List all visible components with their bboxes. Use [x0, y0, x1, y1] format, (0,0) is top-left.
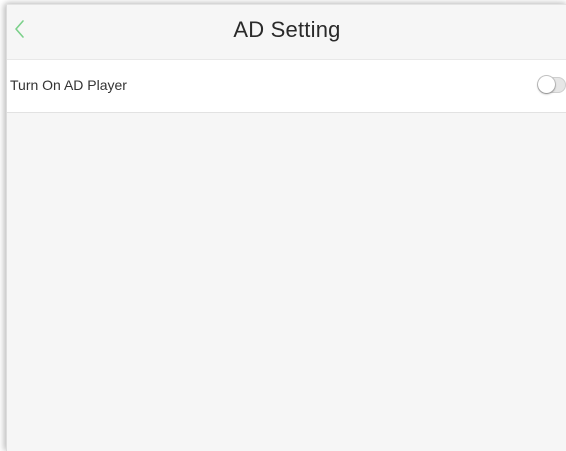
ad-player-setting-row: Turn On AD Player: [7, 59, 566, 113]
page-title: AD Setting: [233, 17, 341, 42]
toggle-knob: [538, 76, 555, 93]
ad-player-label: Turn On AD Player: [10, 77, 127, 93]
ad-player-toggle[interactable]: [538, 76, 566, 93]
app-screen: AD Setting Turn On AD Player: [6, 4, 566, 451]
header-bar: AD Setting: [7, 5, 566, 58]
